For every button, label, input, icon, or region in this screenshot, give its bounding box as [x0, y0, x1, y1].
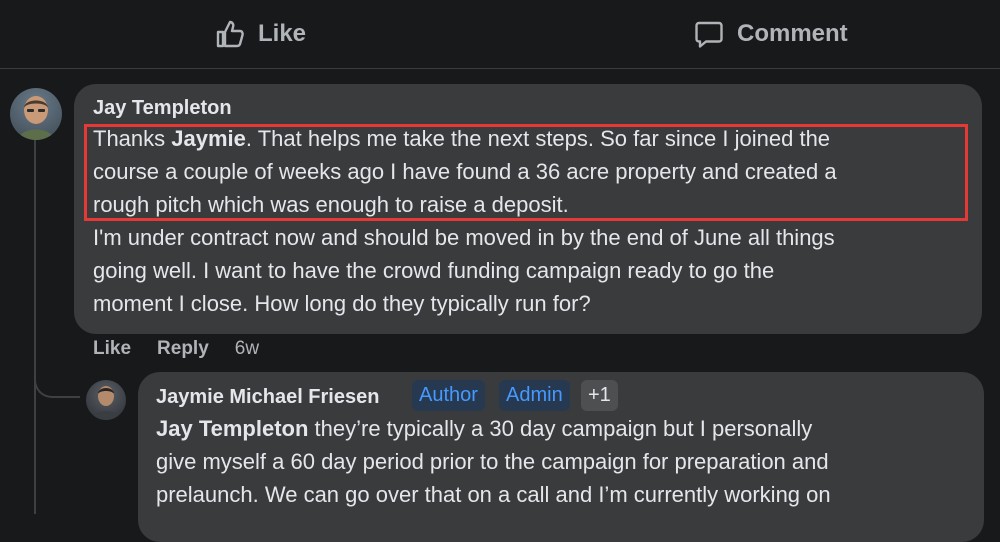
speech-bubble-icon — [693, 18, 725, 50]
thread-line — [34, 138, 36, 514]
admin-badge[interactable]: Admin — [499, 380, 570, 411]
comment-line: moment I close. How long do they typical… — [93, 291, 591, 316]
comment-line: going well. I want to have the crowd fun… — [93, 258, 775, 283]
reply-author-name[interactable]: Jaymie Michael Friesen — [156, 386, 379, 409]
more-badges-button[interactable]: +1 — [581, 380, 618, 411]
comment-author-name[interactable]: Jay Templeton — [93, 97, 232, 120]
comment-post-button[interactable]: Comment — [693, 0, 848, 68]
post-action-bar: Like Comment — [0, 0, 1000, 69]
avatar-jaymie-friesen[interactable] — [86, 380, 126, 420]
comment-timestamp[interactable]: 6w — [235, 338, 259, 360]
reply-line: prelaunch. We can go over that on a call… — [156, 482, 831, 507]
comment-like-button[interactable]: Like — [93, 338, 131, 360]
reply-line: give myself a 60 day period prior to the… — [156, 449, 829, 474]
reply-connector — [34, 364, 80, 398]
like-post-button[interactable]: Like — [214, 0, 306, 68]
thumbs-up-icon — [214, 18, 246, 50]
comment-reply-button[interactable]: Reply — [157, 338, 209, 360]
comment-meta-row: Like Reply 6w — [93, 338, 259, 360]
mention-link[interactable]: Jay Templeton — [156, 416, 308, 441]
reply-body: Jay Templeton they’re typically a 30 day… — [156, 412, 831, 511]
comment-post-label: Comment — [737, 20, 848, 47]
reply-line: Jay Templeton they’re typically a 30 day… — [156, 416, 813, 441]
avatar-jay-templeton[interactable] — [10, 88, 62, 140]
like-post-label: Like — [258, 20, 307, 47]
author-badge[interactable]: Author — [412, 380, 485, 411]
highlight-annotation-box — [84, 124, 968, 221]
comment-line: I'm under contract now and should be mov… — [93, 225, 835, 250]
